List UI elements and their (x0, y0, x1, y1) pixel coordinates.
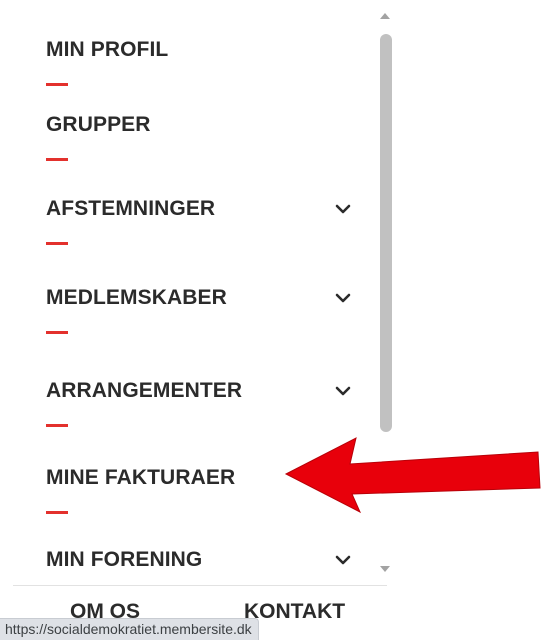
menu-item-underline (46, 242, 68, 245)
menu-item-label: MIN FORENING (46, 548, 203, 571)
menu-item-label: GRUPPER (46, 113, 151, 136)
menu-item-label: MINE FAKTURAER (46, 466, 236, 489)
chevron-down-icon[interactable] (332, 288, 354, 308)
menu-item-underline (46, 331, 68, 334)
menu-item-underline (46, 158, 68, 161)
menu-item-underline (46, 83, 68, 86)
menu-item-underline (46, 511, 68, 514)
menu-item-underline (46, 424, 68, 427)
navigation-panel: MIN PROFIL GRUPPER AFSTEMNINGER MEDLEMSK… (0, 0, 400, 640)
scroll-up-arrow-icon[interactable] (378, 10, 392, 22)
footer-link-kontakt[interactable]: KONTAKT (244, 600, 345, 624)
menu-item-grupper[interactable]: GRUPPER (46, 113, 364, 175)
menu-item-arrangementer[interactable]: ARRANGEMENTER (46, 379, 364, 441)
menu-item-label: AFSTEMNINGER (46, 197, 216, 220)
red-arrow-icon (284, 437, 541, 514)
menu-item-medlemskaber[interactable]: MEDLEMSKABER (46, 286, 364, 348)
status-bar-url: https://socialdemokratiet.membersite.dk (0, 618, 259, 640)
menu-item-min-profil[interactable]: MIN PROFIL (46, 38, 364, 100)
scrollbar-thumb[interactable] (380, 34, 392, 432)
scroll-down-arrow-icon[interactable] (378, 563, 392, 575)
menu-item-label: MIN PROFIL (46, 38, 169, 61)
menu-item-afstemninger[interactable]: AFSTEMNINGER (46, 197, 364, 259)
chevron-down-icon[interactable] (332, 381, 354, 401)
menu-item-label: ARRANGEMENTER (46, 379, 243, 402)
chevron-down-icon[interactable] (332, 199, 354, 219)
footer-divider (13, 585, 387, 586)
chevron-down-icon[interactable] (332, 550, 354, 570)
menu-item-label: MEDLEMSKABER (46, 286, 227, 309)
